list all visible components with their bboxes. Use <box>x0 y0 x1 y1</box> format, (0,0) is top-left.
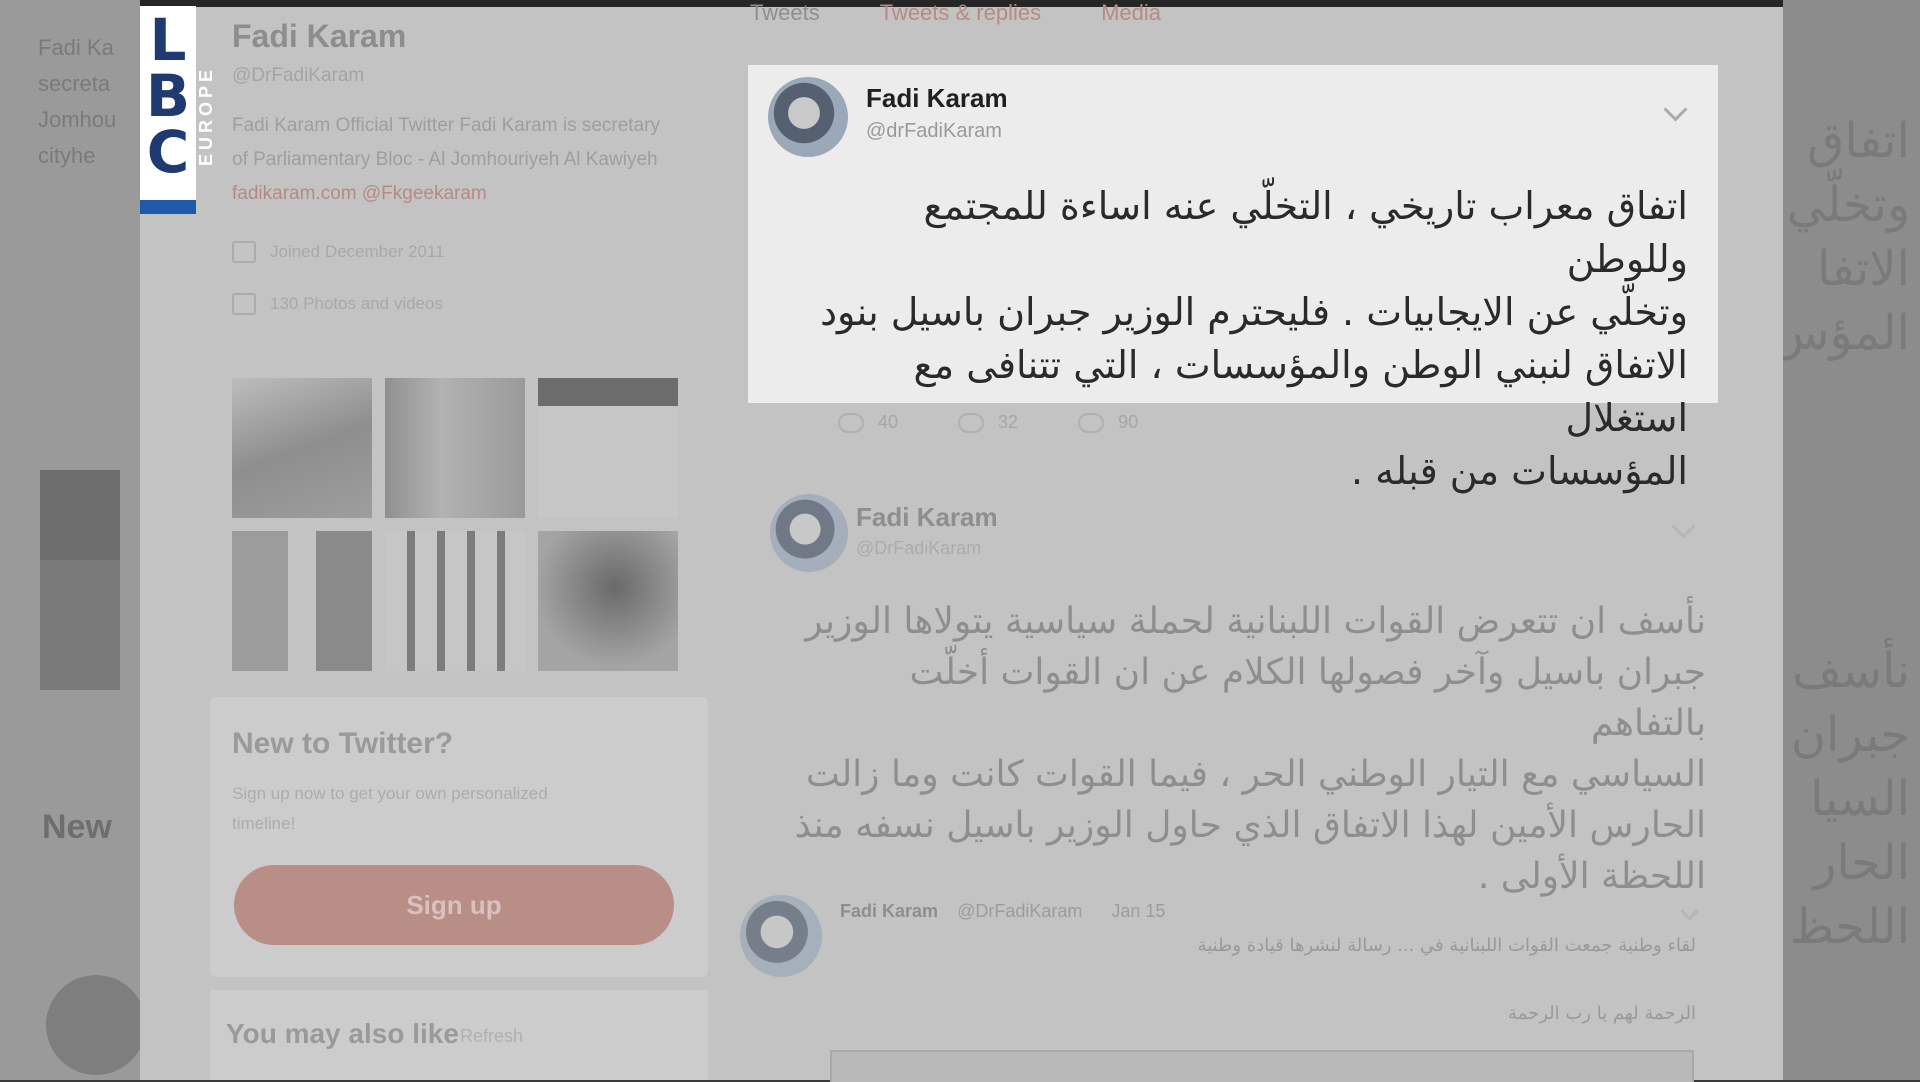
logo-letters: L B C <box>140 6 196 186</box>
tweet-text: الرحمة لهم يا رب الرحمة <box>1508 1003 1696 1024</box>
signup-button[interactable]: Sign up <box>234 865 674 945</box>
like-icon <box>1078 412 1105 433</box>
logo-europe-text: EUROPE <box>196 65 216 167</box>
tweet[interactable]: Fadi Karam @DrFadiKaram Jan 15 لقاء وطني… <box>740 895 1720 1082</box>
chevron-down-icon[interactable] <box>1663 97 1688 122</box>
calendar-icon <box>232 241 256 263</box>
profile-name[interactable]: Fadi Karam <box>232 18 752 55</box>
profile-handle[interactable]: @DrFadiKaram <box>232 65 752 87</box>
tweet-line: السياسي مع التيار الوطني الحر ، فيما الق… <box>805 754 1706 795</box>
tweet-line: الحارس الأمين لهذا الاتفاق الذي حاول الو… <box>794 805 1706 846</box>
chevron-down-icon[interactable] <box>1680 902 1699 921</box>
signup-title: New to Twitter? <box>232 727 454 760</box>
ymal-refresh-link[interactable]: Refresh <box>460 1026 523 1047</box>
tweet-time[interactable]: Jan 15 <box>1111 901 1165 921</box>
bio-text: Fadi Karam Official Twitter Fadi Karam i… <box>232 115 660 170</box>
tweet-media[interactable] <box>830 1050 1694 1082</box>
tab-tweets[interactable]: Tweets <box>750 0 820 26</box>
avatar[interactable] <box>768 77 848 157</box>
background-left: Fadi Ka secreta Jomhou cityhe New <box>0 0 140 1080</box>
tweet-actions: 40 32 90 <box>838 412 1138 433</box>
tweet-author-handle[interactable]: @DrFadiKaram <box>856 538 981 559</box>
media-thumb[interactable] <box>538 378 678 518</box>
tweet[interactable]: Fadi Karam @DrFadiKaram نأسف ان تتعرض ال… <box>760 490 1720 897</box>
avatar[interactable] <box>770 494 848 572</box>
you-may-also-like-card: You may also like Refresh <box>210 990 708 1080</box>
logo-letter: C <box>146 118 190 186</box>
tab-tweets-replies[interactable]: Tweets & replies <box>880 0 1041 26</box>
twitter-profile-page: Fadi Karam @DrFadiKaram Fadi Karam Offic… <box>140 0 1783 1082</box>
tweet-text: نأسف ان تتعرض القوات اللبنانية لحملة سيا… <box>786 596 1706 902</box>
media-thumb[interactable] <box>385 531 525 671</box>
background-right: اتفاق وتخلّي الاتفا المؤس نأسف جبران السيا الح… <box>1783 0 1920 1080</box>
tweet-author-handle[interactable]: @drFadiKaram <box>866 120 1002 143</box>
photos-link[interactable]: 130 Photos and videos <box>270 294 443 314</box>
profile-tabs: Tweets Tweets & replies Media <box>750 0 1161 26</box>
photos-row[interactable]: 130 Photos and videos <box>232 293 752 315</box>
tweet-line: جبران باسيل وآخر فصولها الكلام عن ان الق… <box>909 652 1706 744</box>
retweet-icon <box>958 412 985 433</box>
retweet-count: 32 <box>998 412 1019 432</box>
tweet-line: وتخلّي عن الايجابيات . فليحترم الوزير جب… <box>820 290 1688 334</box>
chevron-down-icon[interactable] <box>1671 514 1696 539</box>
signup-subtitle: Sign up now to get your own personalized… <box>232 784 548 833</box>
tweet-author-name[interactable]: Fadi Karam <box>840 901 938 921</box>
signup-card: New to Twitter? Sign up now to get your … <box>210 697 708 977</box>
lbc-europe-logo: L B C EUROPE <box>140 6 220 214</box>
photo-icon <box>232 293 256 315</box>
tweet-author-name[interactable]: Fadi Karam <box>856 502 998 533</box>
tweet-line: نأسف ان تتعرض القوات اللبنانية لحملة سيا… <box>805 601 1706 642</box>
profile-bio: Fadi Karam Official Twitter Fadi Karam i… <box>232 109 672 211</box>
tweet-header: Fadi Karam @DrFadiKaram Jan 15 <box>840 901 1165 922</box>
retweet-action[interactable]: 32 <box>958 412 1018 433</box>
tweet-author-handle[interactable]: @DrFadiKaram <box>957 901 1082 921</box>
media-grid <box>232 378 682 671</box>
joined-row: Joined December 2011 <box>232 241 752 263</box>
ymal-title: You may also like <box>226 1018 459 1049</box>
like-action[interactable]: 90 <box>1078 412 1138 433</box>
reply-count: 40 <box>878 412 899 432</box>
tweet-highlighted[interactable]: Fadi Karam @drFadiKaram اتفاق معراب تاري… <box>748 65 1718 493</box>
tweet-text: لقاء وطنية جمعت القوات اللبنانية في ... … <box>1197 935 1696 956</box>
logo-letter: L <box>149 6 187 74</box>
tweet-line: اتفاق معراب تاريخي ، التخلّي عنه اساءة ل… <box>923 184 1688 281</box>
tab-media[interactable]: Media <box>1101 0 1161 26</box>
tweet-author-name[interactable]: Fadi Karam <box>866 83 1008 114</box>
media-thumb[interactable] <box>232 531 372 671</box>
avatar[interactable] <box>740 895 822 977</box>
profile-card: Fadi Karam @DrFadiKaram Fadi Karam Offic… <box>232 18 752 315</box>
reply-icon <box>838 412 864 433</box>
like-count: 90 <box>1118 412 1139 432</box>
logo-stripe <box>140 200 196 214</box>
logo-letter: B <box>145 62 191 130</box>
joined-text: Joined December 2011 <box>270 242 445 261</box>
media-thumb[interactable] <box>538 531 678 671</box>
tweet-text: اتفاق معراب تاريخي ، التخلّي عنه اساءة ل… <box>808 180 1688 498</box>
bio-link[interactable]: fadikaram.com @Fkgeekaram <box>232 183 487 204</box>
media-thumb[interactable] <box>232 378 372 518</box>
media-thumb[interactable] <box>385 378 525 518</box>
reply-action[interactable]: 40 <box>838 412 898 433</box>
